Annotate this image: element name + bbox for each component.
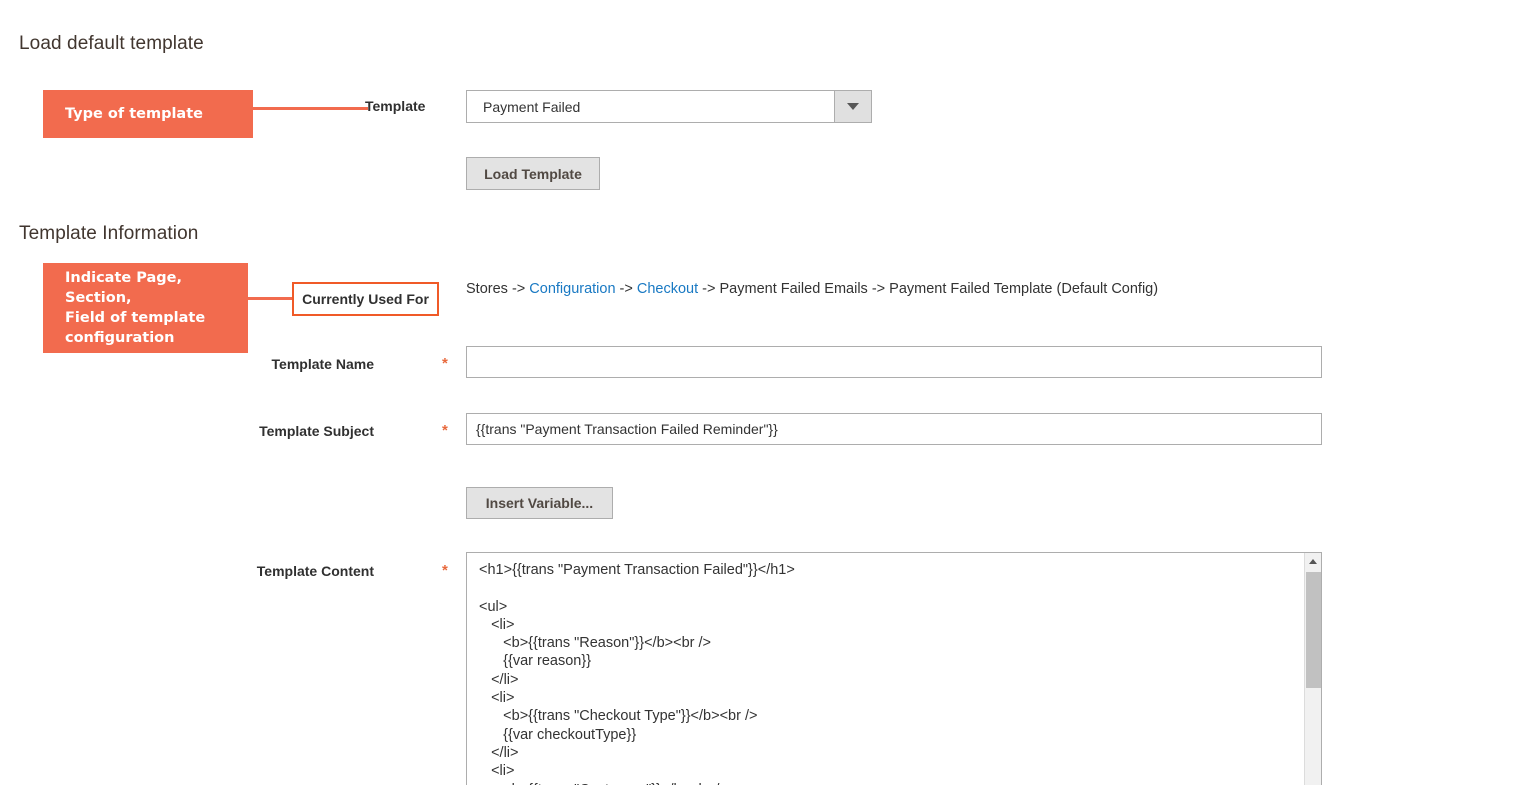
annotation-connector-line-1 bbox=[250, 107, 368, 110]
template-name-required-star: * bbox=[442, 355, 448, 372]
breadcrumb-link-configuration[interactable]: Configuration bbox=[529, 281, 615, 297]
annotation-indicate-page-section: Indicate Page, Section, Field of templat… bbox=[43, 263, 248, 353]
breadcrumb-link-checkout[interactable]: Checkout bbox=[637, 281, 698, 297]
load-template-button[interactable]: Load Template bbox=[466, 157, 600, 190]
caret-down-glyph bbox=[847, 103, 859, 110]
chevron-down-icon[interactable] bbox=[834, 91, 871, 122]
template-content-textarea[interactable]: <h1>{{trans "Payment Transaction Failed"… bbox=[466, 552, 1322, 785]
currently-used-for-label: Currently Used For bbox=[292, 282, 439, 316]
currently-used-for-breadcrumb: Stores -> Configuration -> Checkout -> P… bbox=[466, 280, 1158, 298]
breadcrumb-payment-failed-emails: Payment Failed Emails bbox=[719, 281, 868, 297]
insert-variable-button[interactable]: Insert Variable... bbox=[466, 487, 613, 519]
template-name-input[interactable] bbox=[466, 346, 1322, 378]
breadcrumb-stores: Stores bbox=[466, 281, 508, 297]
template-name-label: Template Name bbox=[271, 356, 374, 372]
template-subject-input[interactable] bbox=[466, 413, 1322, 445]
breadcrumb-sep-4: -> bbox=[867, 281, 890, 297]
template-content-label: Template Content bbox=[256, 563, 374, 579]
scrollbar-thumb[interactable] bbox=[1306, 572, 1321, 688]
annotation-indicate-page-section-text: Indicate Page, Section, Field of templat… bbox=[65, 270, 206, 346]
template-content-scrollbar[interactable] bbox=[1304, 553, 1321, 785]
template-content-required-star: * bbox=[442, 562, 448, 579]
breadcrumb-sep-1: -> bbox=[507, 281, 530, 297]
breadcrumb-sep-2: -> bbox=[615, 281, 637, 297]
template-select-value: Payment Failed bbox=[483, 98, 581, 115]
template-content-value: <h1>{{trans "Payment Transaction Failed"… bbox=[479, 562, 795, 785]
breadcrumb-payment-failed-template: Payment Failed Template (Default Config) bbox=[889, 281, 1159, 297]
template-subject-required-star: * bbox=[442, 422, 448, 439]
template-subject-label: Template Subject bbox=[259, 423, 374, 439]
annotation-type-of-template-text: Type of template bbox=[65, 106, 203, 122]
breadcrumb-sep-3: -> bbox=[698, 281, 720, 297]
template-select[interactable]: Payment Failed bbox=[466, 90, 872, 123]
chevron-up-icon[interactable] bbox=[1305, 553, 1321, 570]
template-field-label: Template bbox=[365, 98, 426, 114]
caret-up-glyph bbox=[1309, 559, 1317, 564]
load-default-template-heading: Load default template bbox=[19, 33, 204, 54]
template-information-heading: Template Information bbox=[19, 223, 199, 244]
annotation-type-of-template: Type of template bbox=[43, 90, 253, 138]
annotation-connector-line-2 bbox=[246, 297, 294, 300]
